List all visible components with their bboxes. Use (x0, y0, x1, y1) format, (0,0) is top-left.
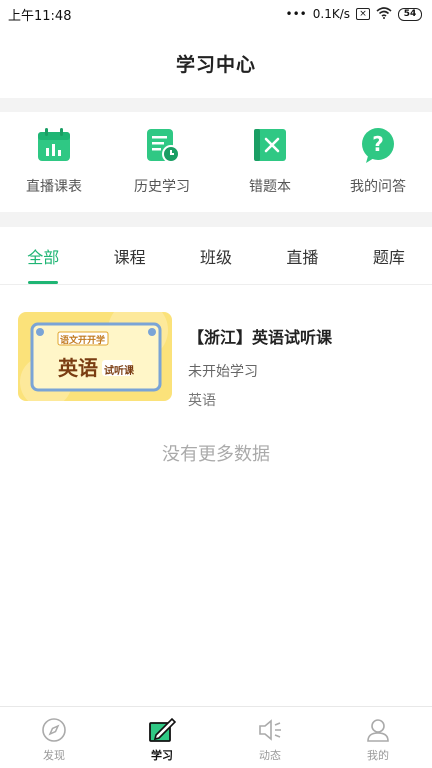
nav-mine[interactable]: 我的 (324, 707, 432, 768)
quick-history[interactable]: 历史学习 (108, 112, 216, 212)
thumb-small-text: 语文开开学 (60, 336, 106, 346)
nav-label: 学习 (151, 749, 173, 762)
category-tabs: 全部 课程 班级 直播 题库 (0, 227, 432, 285)
bottom-nav: 发现 学习 动态 我的 (0, 706, 432, 768)
history-icon (141, 124, 183, 166)
divider-band (0, 98, 432, 112)
tab-live[interactable]: 直播 (259, 227, 345, 284)
battery-icon: 54 (398, 7, 422, 21)
course-status: 未开始学习 (188, 364, 258, 380)
nav-discover[interactable]: 发现 (0, 707, 108, 768)
divider-band (0, 212, 432, 227)
question-icon: ? (357, 124, 399, 166)
quick-label: 直播课表 (26, 179, 82, 195)
course-info: 【浙江】英语试听课 未开始学习 英语 (188, 312, 333, 409)
error-book-icon (249, 124, 291, 166)
status-time: 上午11:48 (8, 8, 72, 24)
tab-courses[interactable]: 课程 (86, 227, 172, 284)
quick-label: 我的问答 (350, 179, 406, 195)
dots-icon: ••• (285, 7, 307, 21)
quick-error-book[interactable]: 错题本 (216, 112, 324, 212)
nav-label: 动态 (259, 749, 281, 762)
speaker-icon (256, 716, 284, 744)
quick-label: 历史学习 (134, 179, 190, 195)
quick-actions: 直播课表 历史学习 错题本 ? 我的问答 (0, 112, 432, 212)
nav-study[interactable]: 学习 (108, 707, 216, 768)
course-title: 【浙江】英语试听课 (188, 328, 333, 347)
status-indicators: ••• 0.1K/s × 54 (285, 6, 422, 22)
tab-classes[interactable]: 班级 (173, 227, 259, 284)
svg-text:?: ? (372, 132, 384, 156)
quick-my-qa[interactable]: ? 我的问答 (324, 112, 432, 212)
compass-icon (40, 716, 68, 744)
status-bar: 上午11:48 ••• 0.1K/s × 54 (0, 0, 432, 28)
nav-feed[interactable]: 动态 (216, 707, 324, 768)
page-title: 学习中心 (175, 53, 256, 76)
nav-label: 发现 (43, 749, 65, 762)
course-item[interactable]: 语文开开学 英语 试听课 【浙江】英语试听课 未开始学习 英语 (18, 312, 418, 409)
wifi-icon (376, 6, 392, 22)
net-speed: 0.1K/s (312, 7, 350, 21)
header: 学习中心 (0, 28, 432, 98)
course-subject: 英语 (188, 393, 216, 409)
calendar-icon (33, 124, 75, 166)
quick-live-schedule[interactable]: 直播课表 (0, 112, 108, 212)
sim-icon: × (356, 8, 370, 20)
tab-all[interactable]: 全部 (0, 227, 86, 284)
user-icon (364, 716, 392, 744)
tab-question-bank[interactable]: 题库 (346, 227, 432, 284)
study-icon (148, 716, 176, 744)
empty-note: 没有更多数据 (162, 444, 270, 465)
quick-label: 错题本 (249, 179, 291, 195)
course-thumbnail: 语文开开学 英语 试听课 (18, 312, 172, 401)
nav-label: 我的 (367, 749, 389, 762)
thumb-big-text: 英语 (58, 356, 98, 380)
thumb-tag-text: 试听课 (104, 366, 134, 377)
